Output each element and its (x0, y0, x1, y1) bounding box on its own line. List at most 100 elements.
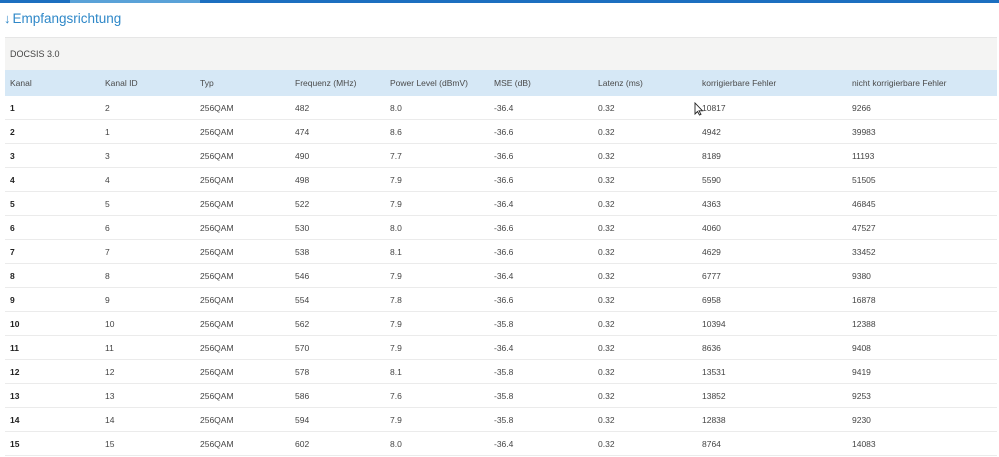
table-cell: 10 (100, 311, 195, 336)
table-cell: 6 (5, 215, 100, 240)
table-cell: 8.1 (385, 239, 489, 264)
table-cell: 0.32 (593, 119, 697, 144)
table-cell: 12 (100, 359, 195, 384)
table-cell: 8.0 (385, 431, 489, 456)
table-cell: 33452 (847, 239, 997, 264)
table-cell: 47527 (847, 215, 997, 240)
table-cell: 13 (5, 383, 100, 408)
table-cell: 0.32 (593, 311, 697, 336)
table-cell: 9419 (847, 359, 997, 384)
table-cell: -35.8 (489, 383, 593, 408)
table-cell: 6958 (697, 287, 847, 312)
table-cell: -36.6 (489, 239, 593, 264)
table-cell: 11 (5, 335, 100, 360)
table-cell: 8764 (697, 431, 847, 456)
top-accent-bar (0, 0, 999, 3)
table-cell: 3 (100, 143, 195, 168)
table-cell: 14 (100, 407, 195, 432)
table-cell: 7.9 (385, 263, 489, 288)
column-header: Typ (200, 78, 214, 88)
table-cell: 5 (100, 191, 195, 216)
table-cell: 8 (5, 263, 100, 288)
table-cell: 594 (290, 407, 385, 432)
table-cell: 256QAM (195, 311, 290, 336)
channel-table: Kanal Kanal ID Typ Frequenz (MHz) Power Leve… (5, 70, 997, 456)
arrow-down-icon: ↓ (4, 11, 11, 26)
table-cell: 0.32 (593, 287, 697, 312)
table-cell: 578 (290, 359, 385, 384)
table-cell: 8.0 (385, 96, 489, 120)
table-cell: -35.8 (489, 311, 593, 336)
table-cell: 538 (290, 239, 385, 264)
table-cell: 0.32 (593, 167, 697, 192)
table-row: 12 12 256QAM 578 8.1 -35.8 0.32 13531 9419 (5, 359, 997, 384)
table-cell: 9 (5, 287, 100, 312)
table-cell: 13 (100, 383, 195, 408)
table-cell: 0.32 (593, 215, 697, 240)
table-row: 9 9 256QAM 554 7.8 -36.6 0.32 6958 16878 (5, 287, 997, 312)
table-cell: 5590 (697, 167, 847, 192)
table-cell: 8.0 (385, 215, 489, 240)
table-cell: 0.32 (593, 431, 697, 456)
table-cell: 256QAM (195, 359, 290, 384)
table-cell: 0.32 (593, 96, 697, 120)
table-header-row: Kanal Kanal ID Typ Frequenz (MHz) Power Leve… (5, 70, 997, 96)
panel-heading: DOCSIS 3.0 (5, 37, 997, 70)
table-cell: 7 (100, 239, 195, 264)
table-cell: 4060 (697, 215, 847, 240)
table-cell: 256QAM (195, 167, 290, 192)
table-cell: 7.8 (385, 287, 489, 312)
table-cell: -36.4 (489, 191, 593, 216)
table-cell: -35.8 (489, 407, 593, 432)
section-title: ↓ Empfangsrichtung (4, 11, 121, 26)
table-cell: 562 (290, 311, 385, 336)
table-cell: 12388 (847, 311, 997, 336)
table-cell: 9380 (847, 263, 997, 288)
table-cell: -36.6 (489, 143, 593, 168)
table-cell: 1 (5, 96, 100, 120)
table-row: 5 5 256QAM 522 7.9 -36.4 0.32 4363 46845 (5, 191, 997, 216)
table-cell: 0.32 (593, 335, 697, 360)
table-cell: 9 (100, 287, 195, 312)
table-cell: 546 (290, 263, 385, 288)
table-cell: -36.6 (489, 167, 593, 192)
table-cell: 11 (100, 335, 195, 360)
column-header: MSE (dB) (494, 78, 531, 88)
table-cell: 586 (290, 383, 385, 408)
table-cell: 256QAM (195, 96, 290, 120)
table-cell: 256QAM (195, 191, 290, 216)
table-cell: 256QAM (195, 407, 290, 432)
table-cell: 0.32 (593, 239, 697, 264)
top-accent-segment (70, 0, 200, 3)
table-cell: 256QAM (195, 119, 290, 144)
table-cell: 12838 (697, 407, 847, 432)
panel-heading-text: DOCSIS 3.0 (10, 49, 60, 59)
table-row: 15 15 256QAM 602 8.0 -36.4 0.32 8764 14083 (5, 431, 997, 456)
table-cell: 256QAM (195, 215, 290, 240)
table-cell: 0.32 (593, 383, 697, 408)
column-header: Latenz (ms) (598, 78, 643, 88)
table-row: 13 13 256QAM 586 7.6 -35.8 0.32 13852 9253 (5, 383, 997, 408)
table-cell: 9408 (847, 335, 997, 360)
table-cell: 4629 (697, 239, 847, 264)
table-cell: 530 (290, 215, 385, 240)
table-cell: 16878 (847, 287, 997, 312)
table-cell: 256QAM (195, 263, 290, 288)
table-cell: 7.9 (385, 407, 489, 432)
table-cell: 12 (5, 359, 100, 384)
column-header: korrigierbare Fehler (702, 78, 777, 88)
column-header: nicht korrigierbare Fehler (852, 78, 947, 88)
table-cell: 0.32 (593, 263, 697, 288)
table-cell: 4 (5, 167, 100, 192)
table-cell: 15 (100, 431, 195, 456)
table-cell: 7.7 (385, 143, 489, 168)
table-cell: 256QAM (195, 239, 290, 264)
table-cell: -35.8 (489, 359, 593, 384)
table-cell: 570 (290, 335, 385, 360)
table-cell: 13852 (697, 383, 847, 408)
table-cell: 46845 (847, 191, 997, 216)
table-cell: 482 (290, 96, 385, 120)
table-row: 14 14 256QAM 594 7.9 -35.8 0.32 12838 9230 (5, 407, 997, 432)
table-cell: 602 (290, 431, 385, 456)
table-row: 1 2 256QAM 482 8.0 -36.4 0.32 10817 9266 (5, 96, 997, 120)
